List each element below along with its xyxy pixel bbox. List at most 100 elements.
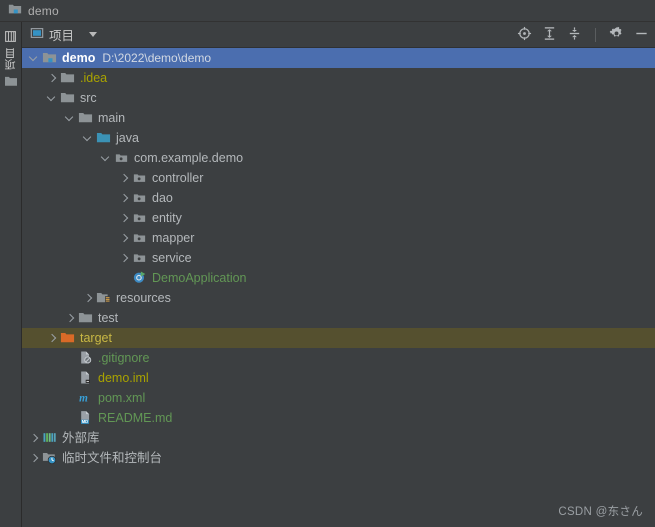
- tree-arrow-placeholder: [118, 273, 129, 284]
- external-libraries-icon: [42, 430, 58, 446]
- tree-row-label: .idea: [80, 71, 108, 85]
- tree-row[interactable]: java: [22, 128, 655, 148]
- tree-row[interactable]: DemoApplication: [22, 268, 655, 288]
- settings-gear-icon[interactable]: [609, 26, 624, 44]
- chevron-down-icon[interactable]: [89, 32, 98, 37]
- tree-row-label: target: [80, 331, 112, 345]
- collapse-all-icon[interactable]: [567, 26, 582, 44]
- project-panel: 项目 demo D:\2022\demo\demo .idea src main…: [22, 22, 655, 527]
- folder-icon: [60, 70, 76, 86]
- expand-all-icon[interactable]: [542, 26, 557, 44]
- tree-row[interactable]: .gitignore: [22, 348, 655, 368]
- tree-row[interactable]: 外部库: [22, 428, 655, 448]
- package-icon: [132, 170, 148, 186]
- svg-text:m: m: [79, 393, 88, 405]
- project-tab-selector[interactable]: 项目: [30, 25, 98, 44]
- locate-icon[interactable]: [517, 26, 532, 44]
- folder-icon: [78, 310, 94, 326]
- chevron-right-icon[interactable]: [118, 253, 129, 264]
- tree-row-label: README.md: [98, 411, 173, 425]
- toolbar-divider: [595, 27, 596, 42]
- tree-row[interactable]: src: [22, 88, 655, 108]
- toolbar-buttons: [517, 26, 649, 44]
- spring-boot-run-icon: [132, 270, 148, 286]
- package-icon: [132, 250, 148, 266]
- chevron-right-icon[interactable]: [28, 453, 39, 464]
- source-root-icon: [96, 130, 112, 146]
- tree-row-label: java: [116, 131, 139, 145]
- tree-row[interactable]: dao: [22, 188, 655, 208]
- tree-row-label: 外部库: [62, 431, 100, 445]
- package-icon: [132, 190, 148, 206]
- project-toolbar: 项目: [22, 22, 655, 48]
- maven-pom-icon: m: [78, 390, 94, 406]
- chevron-right-icon[interactable]: [82, 293, 93, 304]
- tree-row[interactable]: MD README.md: [22, 408, 655, 428]
- iml-file-icon: [78, 370, 94, 386]
- chevron-down-icon[interactable]: [64, 113, 75, 124]
- tree-row[interactable]: demo.iml: [22, 368, 655, 388]
- tree-row[interactable]: .idea: [22, 68, 655, 88]
- chevron-right-icon[interactable]: [28, 433, 39, 444]
- tree-row-label: demo.iml: [98, 371, 149, 385]
- chevron-right-icon[interactable]: [118, 173, 129, 184]
- tree-arrow-placeholder: [64, 373, 75, 384]
- watermark: CSDN @东さん: [558, 506, 643, 518]
- folder-icon[interactable]: [4, 75, 18, 90]
- tree-row[interactable]: controller: [22, 168, 655, 188]
- tree-row-path: D:\2022\demo\demo: [102, 51, 212, 65]
- scratches-icon: [42, 450, 58, 466]
- chevron-right-icon[interactable]: [118, 213, 129, 224]
- package-icon: [132, 230, 148, 246]
- chevron-right-icon[interactable]: [118, 193, 129, 204]
- tree-row[interactable]: com.example.demo: [22, 148, 655, 168]
- chevron-right-icon[interactable]: [118, 233, 129, 244]
- rail-tab-project[interactable]: 项目: [3, 48, 19, 70]
- folder-icon: [78, 110, 94, 126]
- idea-project-window: demo 项目 项目 demo D:\2022\demo\demo .idea …: [0, 0, 655, 527]
- package-icon: [132, 210, 148, 226]
- hide-minimize-icon[interactable]: [634, 26, 649, 44]
- tree-row-label: resources: [116, 291, 171, 305]
- tree-row-label: demo: [62, 51, 96, 65]
- tree-arrow-placeholder: [64, 353, 75, 364]
- tree-row[interactable]: main: [22, 108, 655, 128]
- tree-row-label: com.example.demo: [134, 151, 244, 165]
- left-tool-rail: 项目: [0, 22, 22, 527]
- chevron-down-icon[interactable]: [28, 53, 39, 64]
- project-tool-window-icon[interactable]: [4, 30, 17, 46]
- markdown-file-icon: MD: [78, 410, 94, 426]
- chevron-down-icon[interactable]: [100, 153, 111, 164]
- tree-row-label: pom.xml: [98, 391, 146, 405]
- tree-row[interactable]: mapper: [22, 228, 655, 248]
- tree-row-label: DemoApplication: [152, 271, 247, 285]
- tree-row[interactable]: 临时文件和控制台: [22, 448, 655, 468]
- tree-row[interactable]: resources: [22, 288, 655, 308]
- chevron-right-icon[interactable]: [46, 333, 57, 344]
- tree-row-label: test: [98, 311, 119, 325]
- tree-row[interactable]: service: [22, 248, 655, 268]
- chevron-down-icon[interactable]: [46, 93, 57, 104]
- chevron-down-icon[interactable]: [82, 133, 93, 144]
- tree-row-label: dao: [152, 191, 173, 205]
- tree-row[interactable]: m pom.xml: [22, 388, 655, 408]
- chevron-right-icon[interactable]: [46, 73, 57, 84]
- project-tree[interactable]: demo D:\2022\demo\demo .idea src main java com…: [22, 48, 655, 527]
- tree-row-label: src: [80, 91, 97, 105]
- module-folder-icon: [42, 50, 58, 66]
- tree-row[interactable]: test: [22, 308, 655, 328]
- folder-icon: [60, 90, 76, 106]
- tree-row-label: 临时文件和控制台: [62, 451, 163, 465]
- tree-row-label: .gitignore: [98, 351, 150, 365]
- tree-row[interactable]: demo D:\2022\demo\demo: [22, 48, 655, 68]
- chevron-right-icon[interactable]: [64, 313, 75, 324]
- tree-row-label: entity: [152, 211, 182, 225]
- tree-row[interactable]: entity: [22, 208, 655, 228]
- module-folder-icon: [8, 2, 22, 19]
- package-icon: [114, 150, 130, 166]
- resource-root-icon: [96, 290, 112, 306]
- window-titlebar: demo: [0, 0, 655, 22]
- excluded-folder-icon: [60, 330, 76, 346]
- tree-row[interactable]: target: [22, 328, 655, 348]
- window-title: demo: [28, 3, 59, 18]
